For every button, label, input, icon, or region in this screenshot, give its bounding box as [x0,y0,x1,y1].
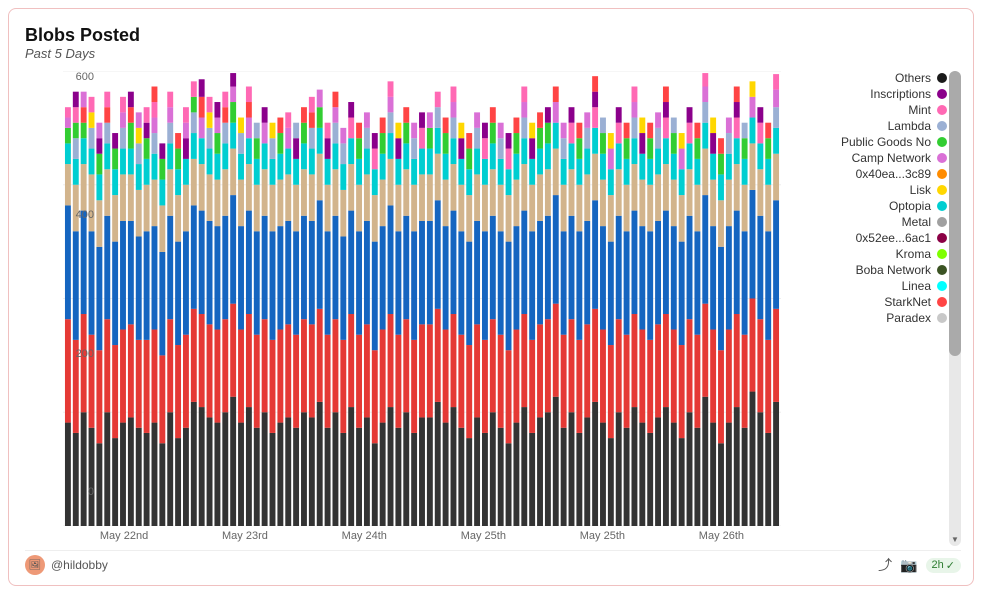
refresh-badge: 2h ✓ [926,558,961,573]
scrollbar-track[interactable]: ▲ ▼ [949,71,961,546]
legend-item: Metal [789,215,947,229]
legend-dot [937,201,947,211]
legend-dot [937,281,947,291]
main-card: Blobs Posted Past 5 Days 600 400 200 0 [8,8,974,586]
share-icon[interactable]: ⤴ [878,555,892,575]
legend-label: Lisk [910,183,931,197]
legend-label: Metal [902,215,931,229]
legend-label: Boba Network [856,263,931,277]
legend-dot [937,73,947,83]
x-label-may23: May 23rd [222,530,268,542]
chart-title: Blobs Posted [25,25,961,46]
legend-label: Public Goods No [841,135,931,149]
scroll-down-arrow[interactable]: ▼ [949,532,961,546]
bars-container: 600 400 200 0 [63,71,781,526]
legend-item: Optopia [789,199,947,213]
x-label-may25a: May 25th [461,530,506,542]
badge-label: 2h [932,559,944,571]
legend-label: Camp Network [852,151,931,165]
legend-dot [937,121,947,131]
legend-label: Lambda [888,119,931,133]
avatar: 🖼 [25,555,45,575]
legend-item: Camp Network [789,151,947,165]
footer-right: ⤴ 📷 2h ✓ [878,555,961,575]
legend-scroll: Others Inscriptions Mint Lambda Public G… [789,71,961,546]
legend-dot [937,153,947,163]
y-label-200: 200 [76,348,94,360]
legend-item: Others [789,71,947,85]
legend-dot [937,217,947,227]
legend-item: 0x52ee...6ac1 [789,231,947,245]
chart-svg [63,71,781,526]
scrollbar-thumb[interactable] [949,71,961,356]
legend-label: Paradex [886,311,931,325]
legend-label: 0x52ee...6ac1 [856,231,931,245]
legend-dot [937,313,947,323]
check-icon: ✓ [946,559,955,572]
legend-dot [937,265,947,275]
legend-item: StarkNet [789,295,947,309]
legend-dot [937,233,947,243]
legend-dot [937,137,947,147]
x-label-may26: May 26th [699,530,744,542]
legend-dot [937,169,947,179]
legend-item: Public Goods No [789,135,947,149]
legend-label: Linea [902,279,931,293]
legend-item: Linea [789,279,947,293]
legend-item: Lisk [789,183,947,197]
legend-dot [937,249,947,259]
legend-dot [937,89,947,99]
y-label-600: 600 [76,71,94,83]
legend-item: Paradex [789,311,947,325]
chart-subtitle: Past 5 Days [25,46,961,61]
legend-item: 0x40ea...3c89 [789,167,947,181]
legend-label: Optopia [889,199,931,213]
legend-item: Kroma [789,247,947,261]
legend-item: Mint [789,103,947,117]
legend-label: Inscriptions [870,87,931,101]
y-axis: 600 400 200 0 [63,71,98,498]
chart-wrapper: 600 400 200 0 [25,71,781,546]
x-label-may22: May 22nd [100,530,148,542]
x-label-may25b: May 25th [580,530,625,542]
legend-dot [937,185,947,195]
legend-item: Lambda [789,119,947,133]
legend-panel: Others Inscriptions Mint Lambda Public G… [781,71,961,546]
legend-dot [937,105,947,115]
footer-left: 🖼 @hildobby [25,555,108,575]
legend-label: Others [895,71,931,85]
chart-area: 600 400 200 0 [25,71,961,546]
y-label-0: 0 [88,486,94,498]
legend-label: Mint [908,103,931,117]
x-label-may24: May 24th [342,530,387,542]
footer: 🖼 @hildobby ⤴ 📷 2h ✓ [25,550,961,575]
x-axis: May 22nd May 23rd May 24th May 25th May … [63,526,781,546]
legend-label: Kroma [896,247,931,261]
legend-label: StarkNet [884,295,931,309]
y-label-400: 400 [76,209,94,221]
username: @hildobby [51,558,108,572]
camera-icon[interactable]: 📷 [900,557,917,574]
legend-item: Inscriptions [789,87,947,101]
legend-dot [937,297,947,307]
legend-label: 0x40ea...3c89 [856,167,931,181]
legend-item: Boba Network [789,263,947,277]
